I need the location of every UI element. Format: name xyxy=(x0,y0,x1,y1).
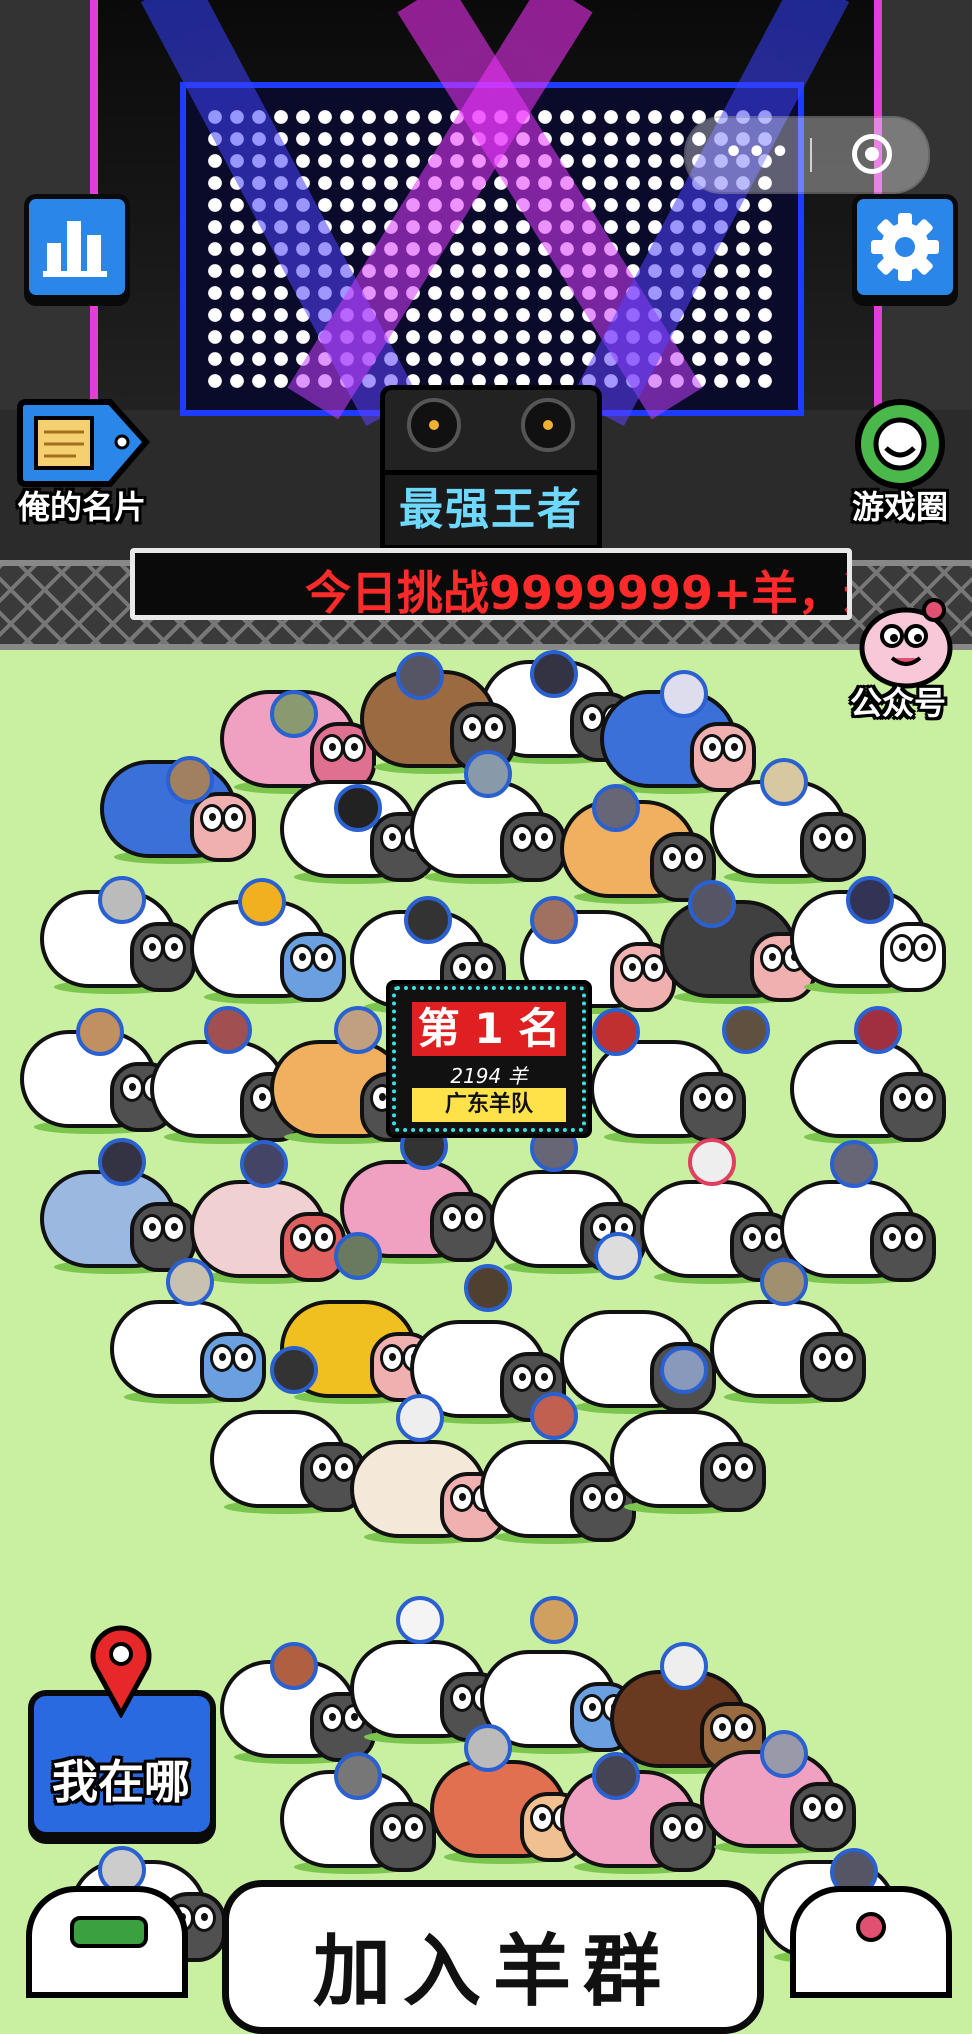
player-avatar[interactable] xyxy=(166,756,214,804)
player-avatar[interactable] xyxy=(396,1596,444,1644)
player-avatar[interactable] xyxy=(464,750,512,798)
sheep xyxy=(350,1430,506,1546)
player-avatar[interactable] xyxy=(334,1752,382,1800)
game-circle-button[interactable]: 游戏圈 xyxy=(840,396,960,528)
rank-title: 第 1 名 xyxy=(412,1002,566,1056)
player-avatar[interactable] xyxy=(76,1008,124,1056)
player-avatar[interactable] xyxy=(334,1006,382,1054)
player-avatar[interactable] xyxy=(830,1140,878,1188)
player-avatar[interactable] xyxy=(396,652,444,700)
where-am-i-label: 我在哪 xyxy=(52,1755,190,1809)
sheep xyxy=(210,1400,366,1516)
sheep xyxy=(710,1290,866,1406)
miniprogram-capsule: ••• xyxy=(684,116,930,194)
ranking-button[interactable] xyxy=(24,194,130,300)
player-avatar[interactable] xyxy=(464,1724,512,1772)
join-flock-button[interactable]: 加入羊群 xyxy=(222,1880,764,2034)
marquee: 今日挑战9999999+羊，通 xyxy=(130,548,852,620)
player-avatar[interactable] xyxy=(530,650,578,698)
player-avatar[interactable] xyxy=(98,1138,146,1186)
stage: 最强王者 今日挑战9999999+羊，通 xyxy=(0,0,972,650)
right-character-icon xyxy=(790,1886,952,1998)
player-avatar[interactable] xyxy=(270,1346,318,1394)
location-pin-icon xyxy=(90,1625,152,1718)
join-flock-label: 加入羊群 xyxy=(312,1927,673,2017)
close-icon[interactable] xyxy=(852,134,892,174)
player-avatar[interactable] xyxy=(592,1008,640,1056)
player-avatar[interactable] xyxy=(464,1264,512,1312)
player-avatar[interactable] xyxy=(98,876,146,924)
player-avatar[interactable] xyxy=(240,1140,288,1188)
official-account-label: 公众号 xyxy=(850,684,947,722)
rank-sheep-count: 2194 羊 xyxy=(450,1064,528,1088)
dj-title: 最强王者 xyxy=(380,470,602,550)
player-avatar[interactable] xyxy=(166,1258,214,1306)
player-avatar[interactable] xyxy=(594,1232,642,1280)
sheep xyxy=(480,1430,636,1546)
gear-icon xyxy=(871,213,939,281)
my-card-button[interactable]: 俺的名片 xyxy=(14,398,154,528)
player-avatar[interactable] xyxy=(688,1138,736,1186)
sheep-mascot-icon xyxy=(859,598,953,689)
official-account-button[interactable]: 公众号 xyxy=(844,592,968,722)
bow-icon xyxy=(856,1912,886,1942)
left-character-icon xyxy=(26,1886,188,1998)
game-circle-label: 游戏圈 xyxy=(852,488,949,526)
player-avatar[interactable] xyxy=(722,1006,770,1054)
rank-team-name: 广东羊队 xyxy=(412,1088,566,1122)
player-avatar[interactable] xyxy=(660,670,708,718)
my-card-label: 俺的名片 xyxy=(18,488,147,526)
player-avatar[interactable] xyxy=(530,1596,578,1644)
player-avatar[interactable] xyxy=(660,1346,708,1394)
turntable-icon xyxy=(407,398,461,452)
player-avatar[interactable] xyxy=(404,896,452,944)
player-avatar[interactable] xyxy=(592,784,640,832)
player-avatar[interactable] xyxy=(238,878,286,926)
cap-icon xyxy=(70,1916,148,1948)
player-avatar[interactable] xyxy=(530,896,578,944)
player-avatar[interactable] xyxy=(592,1752,640,1800)
player-avatar[interactable] xyxy=(688,880,736,928)
player-avatar[interactable] xyxy=(760,1730,808,1778)
player-avatar[interactable] xyxy=(396,1394,444,1442)
player-avatar[interactable] xyxy=(334,784,382,832)
marquee-text: 今日挑战9999999+羊，通 xyxy=(305,566,852,620)
turntable-icon xyxy=(521,398,575,452)
sheep xyxy=(610,1400,766,1516)
player-avatar[interactable] xyxy=(660,1642,708,1690)
player-avatar[interactable] xyxy=(846,876,894,924)
sheep xyxy=(110,1290,266,1406)
player-avatar[interactable] xyxy=(760,1258,808,1306)
player-avatar[interactable] xyxy=(270,690,318,738)
chat-bubble-icon xyxy=(855,399,945,489)
bar-chart-icon xyxy=(43,221,107,277)
player-avatar[interactable] xyxy=(530,1392,578,1440)
player-avatar[interactable] xyxy=(760,758,808,806)
player-avatar[interactable] xyxy=(334,1232,382,1280)
player-avatar[interactable] xyxy=(270,1642,318,1690)
more-button[interactable]: ••• xyxy=(724,138,794,168)
where-am-i-button[interactable]: 我在哪 xyxy=(28,1625,216,1838)
sheep xyxy=(430,1750,586,1866)
settings-button[interactable] xyxy=(852,194,958,300)
rank-panel[interactable]: 第 1 名 2194 羊 广东羊队 xyxy=(386,980,592,1138)
player-avatar[interactable] xyxy=(854,1006,902,1054)
player-avatar[interactable] xyxy=(204,1006,252,1054)
capsule-divider xyxy=(810,138,812,172)
